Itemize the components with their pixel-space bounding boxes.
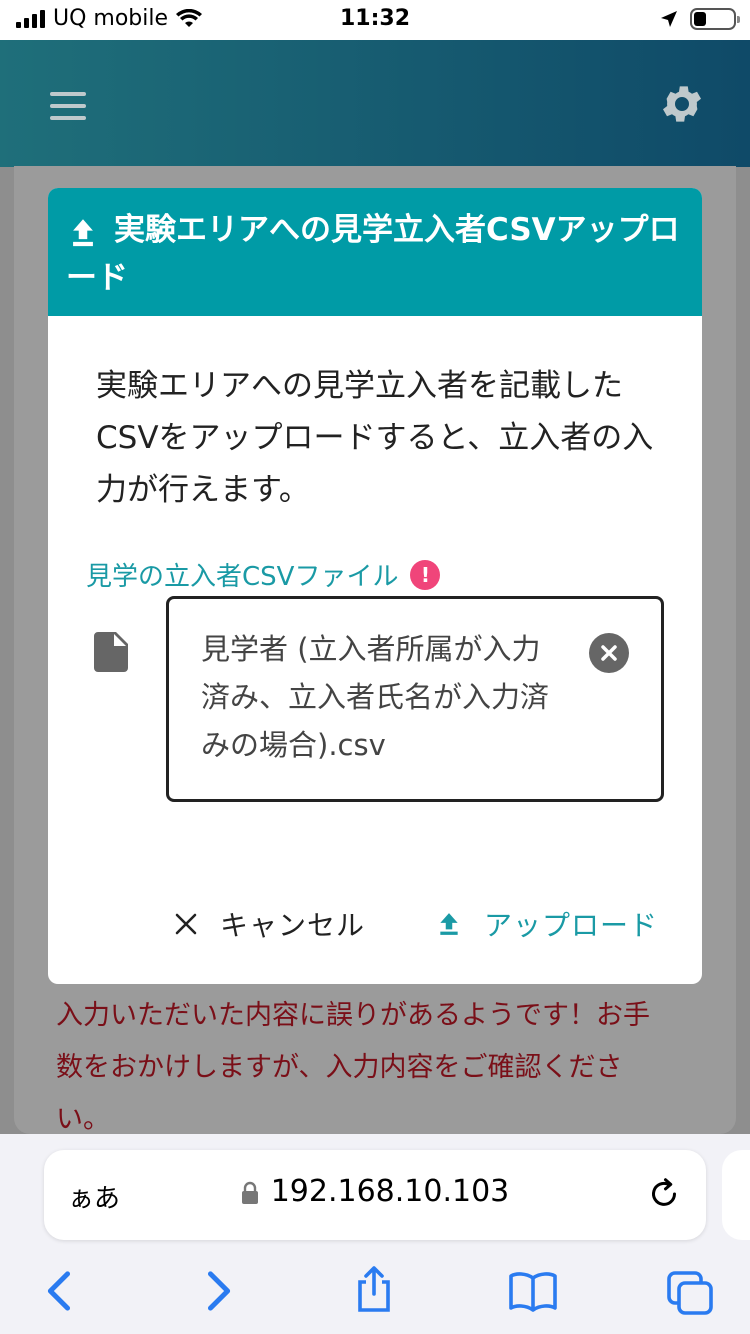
back-icon[interactable] — [44, 1270, 72, 1312]
hamburger-icon[interactable] — [50, 92, 86, 120]
tabs-icon[interactable] — [666, 1270, 714, 1316]
clock: 11:32 — [339, 6, 411, 31]
browser-toolbar — [0, 1262, 750, 1322]
upload-icon — [73, 218, 93, 246]
upload-button-label: アップロード — [484, 909, 659, 942]
address-bar[interactable]: ぁあ 192.168.10.103 — [44, 1150, 706, 1240]
file-field-label-text: 見学の立入者CSVファイル — [86, 562, 399, 592]
url-text: 192.168.10.103 — [270, 1174, 510, 1209]
location-arrow-icon — [661, 11, 677, 27]
error-message: 入力いただいた内容に誤りがあるようです！お手数をおかけしますが、入力内容をご確認… — [56, 1000, 650, 1135]
upload-button[interactable]: アップロード — [436, 904, 658, 944]
next-tab-peek — [722, 1150, 750, 1240]
lock-icon — [241, 1181, 258, 1204]
upload-icon — [440, 913, 458, 935]
cancel-button-label: キャンセル — [220, 909, 366, 942]
dialog-description: 実験エリアへの見学立入者を記載したCSVをアップロードすると、立入者の入力が行え… — [96, 368, 654, 508]
dialog-title-text: 実験エリアへの見学立入者CSVアップロード — [66, 212, 680, 296]
required-alert-icon: ! — [410, 559, 441, 590]
file-icon — [94, 632, 128, 672]
gear-icon[interactable] — [658, 80, 706, 128]
forward-icon[interactable] — [206, 1270, 234, 1312]
status-bar: UQ mobile 11:32 — [0, 0, 750, 40]
battery-icon — [690, 8, 740, 30]
url-display: 192.168.10.103 — [44, 1174, 706, 1209]
close-icon — [175, 913, 197, 935]
dialog-title: 実験エリアへの見学立入者CSVアップロード — [66, 206, 686, 302]
app-header — [0, 40, 750, 167]
clear-file-button[interactable] — [589, 633, 629, 673]
file-input[interactable]: 見学者 (立入者所属が入力済み、立入者氏名が入力済みの場合).csv — [166, 596, 664, 802]
close-icon — [601, 645, 617, 661]
upload-dialog: 実験エリアへの見学立入者CSVアップロード 実験エリアへの見学立入者を記載したC… — [48, 188, 702, 984]
file-field-label: 見学の立入者CSVファイル ! — [86, 556, 441, 593]
selected-file-name: 見学者 (立入者所属が入力済み、立入者氏名が入力済みの場合).csv — [201, 632, 550, 762]
reload-icon[interactable] — [646, 1176, 682, 1212]
cancel-button[interactable]: キャンセル — [174, 904, 365, 944]
dialog-header: 実験エリアへの見学立入者CSVアップロード — [48, 188, 702, 316]
browser-bottom-bar: ぁあ 192.168.10.103 — [0, 1134, 750, 1334]
dialog-actions: キャンセル アップロード — [48, 904, 702, 960]
bookmarks-icon[interactable] — [508, 1270, 558, 1312]
share-icon[interactable] — [354, 1264, 394, 1314]
